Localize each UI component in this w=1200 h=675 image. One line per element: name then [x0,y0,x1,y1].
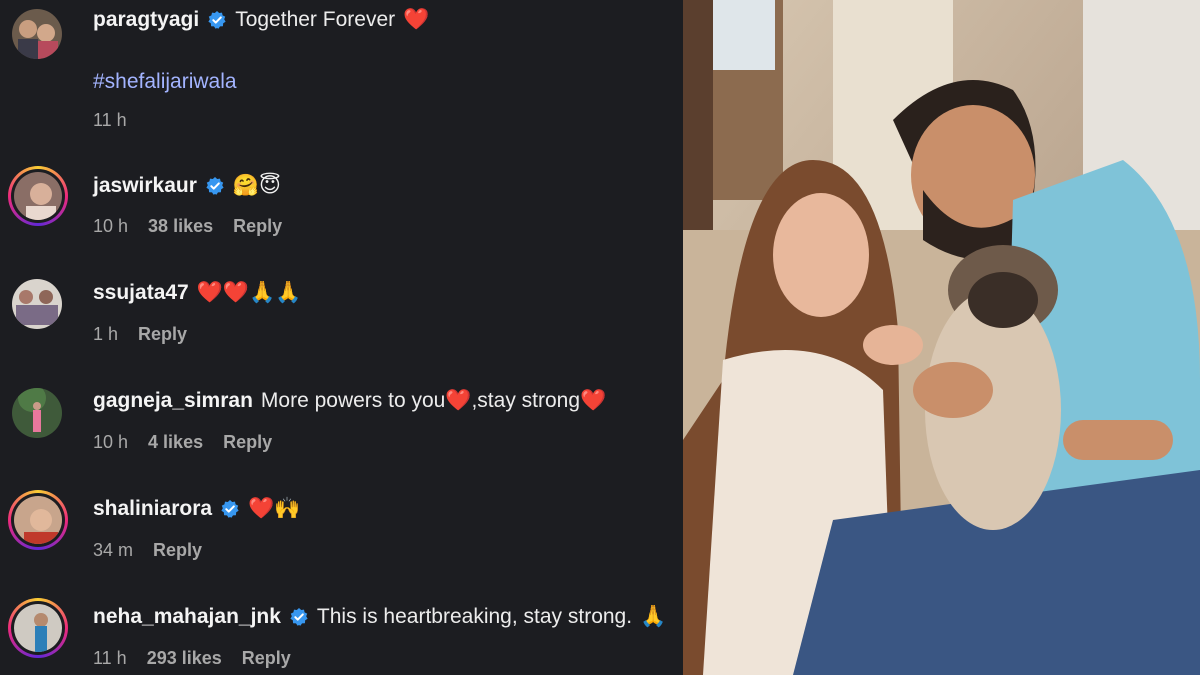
emoji-text: ❤️❤️🙏🙏 [196,281,302,304]
comment-meta: 1 h Reply [93,324,187,345]
avatar[interactable] [8,598,68,658]
username[interactable]: neha_mahajan_jnk [93,605,281,629]
reply-button[interactable]: Reply [138,324,187,345]
comment-meta: 11 h 293 likes Reply [93,648,291,669]
likes-count[interactable]: 38 likes [148,216,213,237]
comment-header: gagneja_simran More powers to you❤️,stay… [93,389,606,413]
comment-time: 10 h [93,432,129,452]
avatar-image [12,279,62,329]
avatar-image [12,388,62,438]
reply-button[interactable]: Reply [153,540,202,561]
comment-header: jaswirkaur 🤗😇 [93,173,281,198]
photo-illustration [683,0,1200,675]
verified-badge-icon [208,11,226,29]
comment-header: paragtyagi Together Forever ❤️ [93,8,429,32]
likes-count[interactable]: 4 likes [148,432,203,453]
comment-text: Together Forever [235,8,396,31]
emoji-text: 🙏 [640,605,667,628]
avatar[interactable] [8,490,68,550]
verified-badge-icon [290,608,308,626]
likes-count[interactable]: 293 likes [147,648,222,669]
reply-button[interactable]: Reply [233,216,282,237]
comment-meta: 10 h 4 likes Reply [93,432,272,453]
verified-badge-icon [206,176,224,195]
avatar-image [14,604,62,652]
comment-text: This is heartbreaking, stay strong. [316,605,633,628]
comment-meta: 11 h [93,110,127,131]
comment-time: 1 h [93,324,119,344]
avatar-image [14,172,62,220]
username[interactable]: paragtyagi [93,8,199,32]
avatar-image [14,496,62,544]
comment-text: More powers to you❤️,stay strong❤️ [260,389,607,412]
comment-time: 10 h [93,216,129,236]
avatar[interactable] [12,9,62,59]
username[interactable]: shaliniarora [93,497,212,521]
post-photo [683,0,1200,675]
comments-panel: paragtyagi Together Forever ❤️ #shefalij… [0,0,683,675]
comment-header: ssujata47 ❤️❤️🙏🙏 [93,281,301,305]
avatar[interactable] [12,279,62,329]
username[interactable]: jaswirkaur [93,174,197,198]
username[interactable]: gagneja_simran [93,389,253,413]
reply-button[interactable]: Reply [242,648,291,669]
comment-header: neha_mahajan_jnk This is heartbreaking, … [93,605,666,629]
username[interactable]: ssujata47 [93,281,189,305]
avatar[interactable] [8,166,68,226]
comment-time: 11 h [93,110,127,130]
comment-meta: 10 h 38 likes Reply [93,216,282,237]
avatar[interactable] [12,388,62,438]
comment-time: 11 h [93,648,127,668]
verified-badge-icon [221,500,239,518]
emoji-text: 🤗😇 [232,174,281,197]
reply-button[interactable]: Reply [223,432,272,453]
avatar-image [12,9,62,59]
comment-meta: 34 m Reply [93,540,202,561]
comment-header: shaliniarora ❤️🙌 [93,497,300,521]
hashtag-link[interactable]: #shefalijariwala [93,70,237,94]
comment-time: 34 m [93,540,134,560]
heart-emoji: ❤️ [403,8,430,31]
emoji-text: ❤️🙌 [248,497,301,520]
